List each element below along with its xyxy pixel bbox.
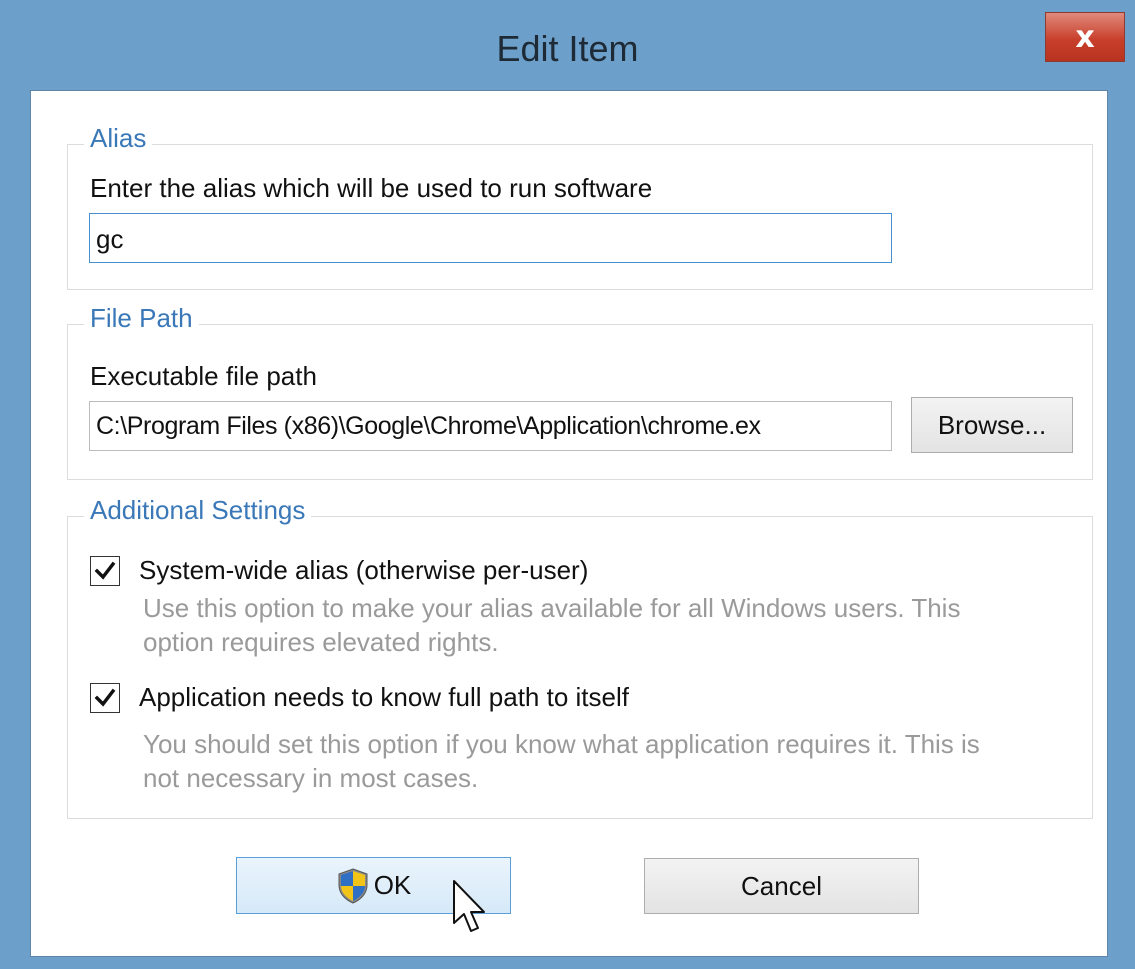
- full-path-label[interactable]: Application needs to know full path to i…: [139, 682, 629, 713]
- full-path-hint-line2: not necessary in most cases.: [143, 763, 479, 793]
- close-icon: x: [1075, 19, 1095, 55]
- uac-shield-icon: [338, 867, 368, 904]
- mouse-pointer-icon: [453, 880, 485, 932]
- full-path-hint-line1: You should set this option if you know w…: [143, 729, 980, 759]
- alias-prompt: Enter the alias which will be used to ru…: [90, 173, 653, 203]
- additional-settings-legend: Additional Settings: [84, 495, 312, 526]
- edit-item-dialog: Edit Item x Alias Enter the alias which …: [0, 0, 1135, 969]
- system-wide-hint-line2: option requires elevated rights.: [143, 627, 499, 657]
- file-path-input[interactable]: C:\Program Files (x86)\Google\Chrome\App…: [89, 401, 892, 451]
- dialog-client-area: Alias Enter the alias which will be used…: [30, 90, 1108, 957]
- system-wide-checkbox[interactable]: [90, 556, 120, 586]
- checkmark-icon: [94, 688, 116, 707]
- file-path-prompt: Executable file path: [90, 361, 317, 391]
- cancel-button[interactable]: Cancel: [644, 858, 919, 914]
- alias-input[interactable]: gc: [89, 213, 892, 263]
- system-wide-hint-line1: Use this option to make your alias avail…: [143, 593, 961, 623]
- title-bar[interactable]: Edit Item x: [0, 0, 1135, 90]
- full-path-checkbox[interactable]: [90, 683, 120, 713]
- checkmark-icon: [94, 561, 116, 580]
- window-title: Edit Item: [496, 28, 639, 69]
- file-path-group-legend: File Path: [84, 303, 199, 334]
- close-button[interactable]: x: [1045, 12, 1125, 62]
- browse-button[interactable]: Browse...: [911, 397, 1073, 453]
- ok-button-label: OK: [373, 870, 412, 900]
- alias-group-legend: Alias: [84, 123, 153, 154]
- system-wide-label[interactable]: System-wide alias (otherwise per-user): [139, 555, 588, 586]
